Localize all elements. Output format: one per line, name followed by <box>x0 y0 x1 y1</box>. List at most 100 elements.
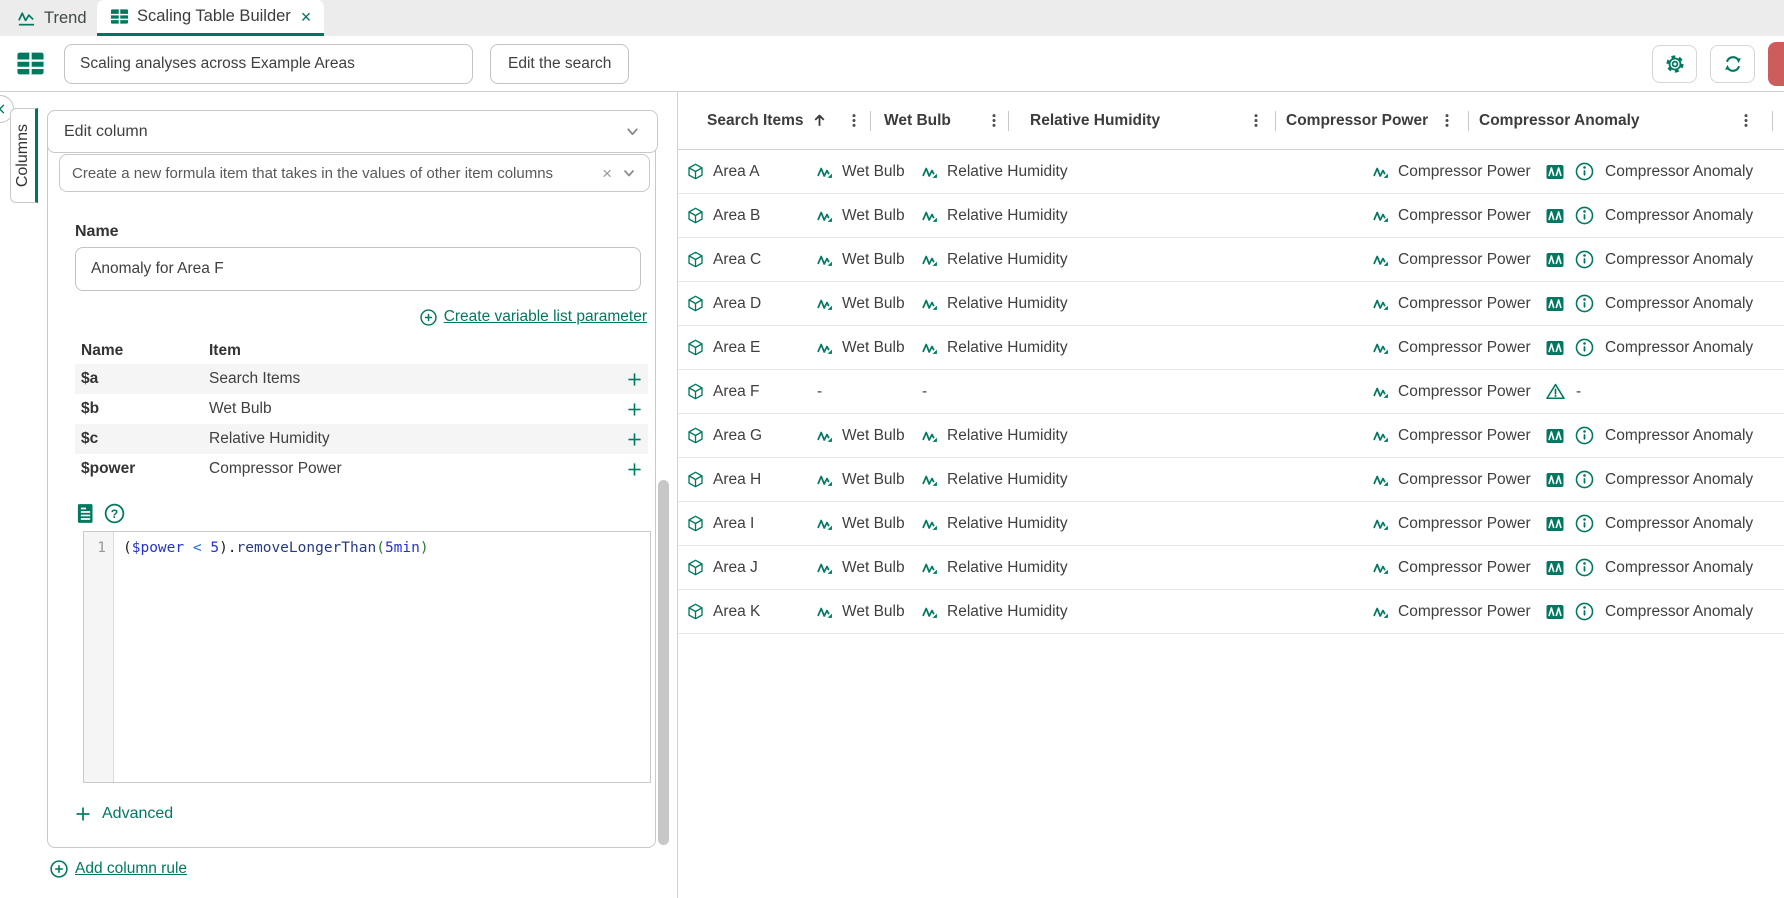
cell-compressor-power[interactable]: Compressor Power <box>1373 383 1546 401</box>
edit-column-select[interactable]: Edit column <box>47 110 658 153</box>
column-menu-icon[interactable] <box>1441 110 1453 131</box>
edit-search-button[interactable]: Edit the search <box>490 44 629 84</box>
cell-search-item[interactable]: Area F <box>687 383 817 401</box>
column-menu-icon[interactable] <box>988 110 1000 131</box>
cell-search-item[interactable]: Area I <box>687 515 817 533</box>
cell-compressor-anomaly[interactable]: Compressor Anomaly <box>1546 514 1784 533</box>
formula-document-icon[interactable] <box>75 503 96 524</box>
cell-compressor-power[interactable]: Compressor Power <box>1373 207 1546 225</box>
cell-wet-bulb[interactable]: Wet Bulb <box>817 251 922 269</box>
alert-button[interactable] <box>1768 42 1784 86</box>
cell-search-item[interactable]: Area K <box>687 603 817 621</box>
cell-compressor-anomaly[interactable]: Compressor Anomaly <box>1546 162 1784 181</box>
cell-relative-humidity[interactable]: Relative Humidity <box>922 295 1373 313</box>
search-input[interactable] <box>64 44 473 84</box>
cell-compressor-anomaly[interactable]: Compressor Anomaly <box>1546 602 1784 621</box>
cell-relative-humidity[interactable]: Relative Humidity <box>922 471 1373 489</box>
info-icon[interactable] <box>1575 338 1594 357</box>
info-icon[interactable] <box>1575 426 1594 445</box>
info-icon[interactable] <box>1575 514 1594 533</box>
tab-trend[interactable]: Trend <box>6 2 98 35</box>
refresh-button[interactable] <box>1710 45 1755 83</box>
table-row[interactable]: Area K Wet Bulb Relative Humidity Compre… <box>678 590 1784 634</box>
tab-scaling-table-builder[interactable]: Scaling Table Builder × <box>97 0 324 36</box>
table-row[interactable]: Area I Wet Bulb Relative Humidity Compre… <box>678 502 1784 546</box>
cell-compressor-anomaly[interactable]: Compressor Anomaly <box>1546 470 1784 489</box>
cell-wet-bulb[interactable]: Wet Bulb <box>817 559 922 577</box>
table-row[interactable]: Area C Wet Bulb Relative Humidity Compre… <box>678 238 1784 282</box>
info-icon[interactable] <box>1575 162 1594 181</box>
cell-compressor-anomaly[interactable]: Compressor Anomaly <box>1546 206 1784 225</box>
cell-compressor-power[interactable]: Compressor Power <box>1373 471 1546 489</box>
cell-wet-bulb[interactable]: - <box>817 383 922 401</box>
cell-wet-bulb[interactable]: Wet Bulb <box>817 471 922 489</box>
cell-compressor-power[interactable]: Compressor Power <box>1373 251 1546 269</box>
cell-search-item[interactable]: Area G <box>687 427 817 445</box>
create-variable-list-parameter-link[interactable]: Create variable list parameter <box>420 308 647 326</box>
cell-compressor-anomaly[interactable]: - <box>1546 383 1784 401</box>
table-row[interactable]: Area G Wet Bulb Relative Humidity Compre… <box>678 414 1784 458</box>
cell-compressor-power[interactable]: Compressor Power <box>1373 427 1546 445</box>
table-row[interactable]: Area E Wet Bulb Relative Humidity Compre… <box>678 326 1784 370</box>
formula-type-combobox[interactable]: Create a new formula item that takes in … <box>59 154 650 192</box>
chevron-down-icon[interactable] <box>621 165 637 181</box>
cell-wet-bulb[interactable]: Wet Bulb <box>817 163 922 181</box>
cell-relative-humidity[interactable]: Relative Humidity <box>922 515 1373 533</box>
column-header-search-items[interactable]: Search Items <box>678 92 870 149</box>
panel-scrollbar[interactable] <box>658 480 669 845</box>
cell-relative-humidity[interactable]: Relative Humidity <box>922 251 1373 269</box>
table-row[interactable]: Area B Wet Bulb Relative Humidity Compre… <box>678 194 1784 238</box>
cell-search-item[interactable]: Area J <box>687 559 817 577</box>
table-row[interactable]: Area D Wet Bulb Relative Humidity Compre… <box>678 282 1784 326</box>
add-parameter-button[interactable] <box>627 372 642 387</box>
clear-selection-icon[interactable]: × <box>602 165 612 182</box>
cell-relative-humidity[interactable]: Relative Humidity <box>922 559 1373 577</box>
column-name-input[interactable] <box>75 247 641 291</box>
info-icon[interactable] <box>1575 294 1594 313</box>
formula-editor[interactable]: 1 ($power < 5).removeLongerThan(5min) <box>83 531 651 783</box>
column-menu-icon[interactable] <box>1250 110 1262 131</box>
add-parameter-button[interactable] <box>627 402 642 417</box>
cell-relative-humidity[interactable]: Relative Humidity <box>922 163 1373 181</box>
cell-compressor-anomaly[interactable]: Compressor Anomaly <box>1546 250 1784 269</box>
cell-search-item[interactable]: Area D <box>687 295 817 313</box>
info-icon[interactable] <box>1575 602 1594 621</box>
cell-compressor-power[interactable]: Compressor Power <box>1373 559 1546 577</box>
column-menu-icon[interactable] <box>848 110 860 131</box>
cell-search-item[interactable]: Area B <box>687 207 817 225</box>
sidebar-tab-columns[interactable]: Columns <box>10 108 38 203</box>
info-icon[interactable] <box>1575 558 1594 577</box>
column-menu-icon[interactable] <box>1740 110 1752 131</box>
cell-search-item[interactable]: Area E <box>687 339 817 357</box>
info-icon[interactable] <box>1575 470 1594 489</box>
advanced-toggle[interactable]: Advanced <box>75 805 173 823</box>
cell-relative-humidity[interactable]: Relative Humidity <box>922 207 1373 225</box>
column-header-compressor-power[interactable]: Compressor Power <box>1276 92 1468 149</box>
cell-compressor-anomaly[interactable]: Compressor Anomaly <box>1546 294 1784 313</box>
cell-wet-bulb[interactable]: Wet Bulb <box>817 207 922 225</box>
cell-search-item[interactable]: Area H <box>687 471 817 489</box>
column-header-wet-bulb[interactable]: Wet Bulb <box>871 92 1008 149</box>
cell-wet-bulb[interactable]: Wet Bulb <box>817 603 922 621</box>
table-row[interactable]: Area J Wet Bulb Relative Humidity Compre… <box>678 546 1784 590</box>
column-header-compressor-anomaly[interactable]: Compressor Anomaly <box>1469 92 1772 149</box>
info-icon[interactable] <box>1575 206 1594 225</box>
cell-compressor-power[interactable]: Compressor Power <box>1373 295 1546 313</box>
close-tab-icon[interactable]: × <box>301 8 312 26</box>
table-row[interactable]: Area F - - Compressor Power - <box>678 370 1784 414</box>
cell-compressor-power[interactable]: Compressor Power <box>1373 603 1546 621</box>
cell-search-item[interactable]: Area A <box>687 163 817 181</box>
cell-compressor-power[interactable]: Compressor Power <box>1373 163 1546 181</box>
cell-wet-bulb[interactable]: Wet Bulb <box>817 515 922 533</box>
cell-compressor-anomaly[interactable]: Compressor Anomaly <box>1546 558 1784 577</box>
cell-relative-humidity[interactable]: Relative Humidity <box>922 603 1373 621</box>
cell-compressor-anomaly[interactable]: Compressor Anomaly <box>1546 338 1784 357</box>
cell-relative-humidity[interactable]: Relative Humidity <box>922 427 1373 445</box>
cell-wet-bulb[interactable]: Wet Bulb <box>817 295 922 313</box>
settings-button[interactable] <box>1652 45 1697 83</box>
info-icon[interactable] <box>1575 250 1594 269</box>
add-parameter-button[interactable] <box>627 462 642 477</box>
cell-wet-bulb[interactable]: Wet Bulb <box>817 427 922 445</box>
column-header-relative-humidity[interactable]: Relative Humidity <box>1009 92 1275 149</box>
table-row[interactable]: Area A Wet Bulb Relative Humidity Compre… <box>678 150 1784 194</box>
